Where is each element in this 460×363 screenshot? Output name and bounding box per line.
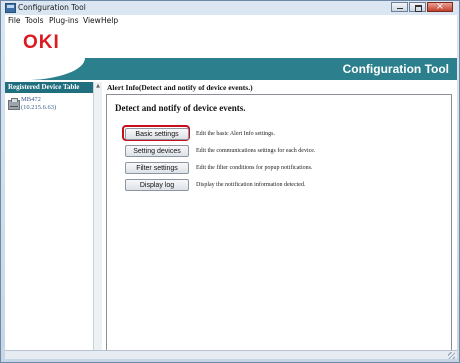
menu-help[interactable]: Help	[101, 15, 118, 27]
minimize-button[interactable]	[391, 2, 408, 12]
device-tree-pane: Registered Device Table MB472 (10.215.6.…	[5, 82, 102, 358]
display-log-description: Display the notification information det…	[196, 182, 306, 188]
maximize-button[interactable]	[409, 2, 426, 12]
filter-settings-button[interactable]: Filter settings	[125, 162, 189, 174]
setting-devices-button[interactable]: Setting devices	[125, 145, 189, 157]
section-title: Alert Info(Detect and notify of device e…	[107, 83, 253, 92]
device-item[interactable]: MB472 (10.215.6.63)	[8, 96, 96, 118]
oki-logo: OKI	[23, 32, 60, 53]
window-title: Configuration Tool	[18, 3, 86, 12]
window-content: OKI Configuration Tool Registered Device…	[5, 27, 457, 358]
alert-info-panel: Detect and notify of device events. Basi…	[106, 94, 452, 354]
menu-tools[interactable]: Tools	[25, 15, 43, 27]
menu-plugins[interactable]: Plug-ins	[49, 15, 79, 27]
tree-header-label: Registered Device Table	[8, 83, 80, 91]
app-title: Configuration Tool	[342, 62, 449, 76]
device-ip: (10.215.6.63)	[21, 104, 57, 111]
tree-scrollbar[interactable]: ▲ ▼	[93, 82, 102, 358]
header: OKI	[5, 27, 457, 58]
status-bar	[5, 350, 457, 359]
menu-file[interactable]: File	[8, 15, 21, 27]
tree-header: Registered Device Table	[5, 82, 101, 93]
scroll-up-arrow-icon[interactable]: ▲	[95, 82, 101, 90]
device-name: MB472	[21, 96, 41, 103]
app-icon	[5, 3, 16, 13]
panel-heading: Detect and notify of device events.	[115, 103, 246, 113]
content-pane: Alert Info(Detect and notify of device e…	[102, 82, 457, 358]
display-log-button[interactable]: Display log	[125, 179, 189, 191]
filter-settings-description: Edit the filter conditions for popup not…	[196, 165, 313, 171]
basic-settings-button[interactable]: Basic settings	[125, 128, 189, 140]
basic-settings-description: Edit the basic Alert Info settings.	[196, 131, 275, 137]
close-button[interactable]	[427, 0, 453, 14]
setting-devices-description: Edit the communications settings for eac…	[196, 148, 316, 154]
menu-bar: File Tools Plug-ins View Help	[5, 15, 457, 27]
menu-view[interactable]: View	[83, 15, 101, 27]
resize-grip-icon[interactable]	[448, 352, 455, 359]
window-controls	[390, 0, 453, 14]
printer-icon	[8, 98, 20, 110]
application-window: Configuration Tool File Tools Plug-ins V…	[0, 0, 460, 363]
title-bar[interactable]: Configuration Tool	[1, 0, 459, 15]
